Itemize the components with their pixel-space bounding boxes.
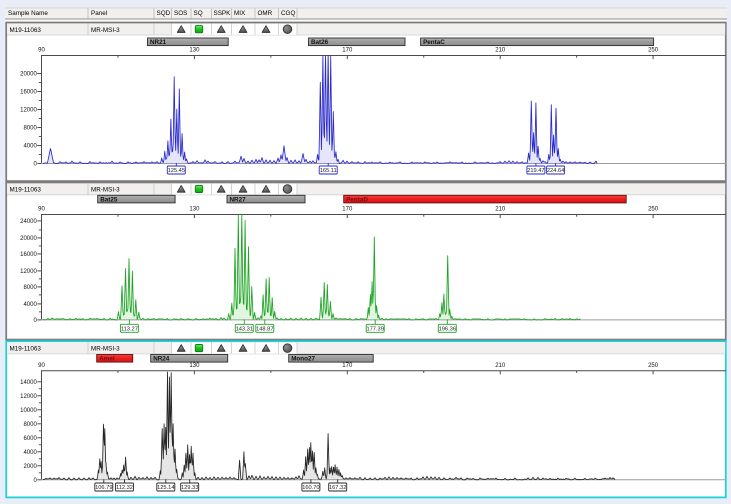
svg-text:250: 250: [648, 363, 659, 369]
svg-text:20000: 20000: [20, 236, 37, 242]
svg-text:167.32: 167.32: [329, 485, 346, 491]
svg-text:M19-11063: M19-11063: [10, 27, 42, 34]
svg-text:170: 170: [342, 363, 353, 369]
svg-text:4000: 4000: [23, 302, 37, 308]
svg-text:24000: 24000: [20, 219, 37, 225]
svg-text:8000: 8000: [23, 126, 37, 132]
svg-text:16000: 16000: [20, 90, 37, 96]
svg-text:4000: 4000: [23, 144, 37, 150]
svg-text:SQ: SQ: [194, 10, 203, 17]
svg-text:SQD: SQD: [157, 10, 171, 17]
svg-text:113.27: 113.27: [121, 326, 138, 332]
svg-text:Mono27: Mono27: [291, 356, 315, 363]
svg-text:8000: 8000: [23, 285, 37, 291]
svg-text:12000: 12000: [20, 394, 37, 400]
svg-text:OMR: OMR: [258, 10, 273, 17]
svg-text:MR-MSI-3: MR-MSI-3: [91, 346, 120, 353]
svg-text:129.33: 129.33: [181, 485, 198, 491]
svg-text:106.79: 106.79: [95, 485, 112, 491]
svg-text:12000: 12000: [20, 108, 37, 114]
svg-text:Sample Name: Sample Name: [8, 10, 48, 17]
svg-text:Amel: Amel: [99, 356, 115, 363]
svg-text:SOS: SOS: [174, 10, 187, 17]
svg-text:196.36: 196.36: [439, 326, 456, 332]
svg-text:130: 130: [189, 48, 200, 54]
svg-text:112.32: 112.32: [116, 485, 133, 491]
svg-text:NR24: NR24: [153, 356, 170, 363]
svg-text:8000: 8000: [23, 422, 37, 428]
svg-text:4000: 4000: [23, 450, 37, 456]
svg-text:6000: 6000: [23, 436, 37, 442]
svg-text:90: 90: [38, 363, 45, 369]
svg-text:Bat25: Bat25: [100, 196, 118, 203]
svg-text:210: 210: [495, 207, 506, 213]
svg-text:125.45: 125.45: [168, 168, 185, 174]
svg-text:148.87: 148.87: [256, 326, 273, 332]
svg-text:20000: 20000: [20, 72, 37, 78]
svg-text:12000: 12000: [20, 269, 37, 275]
svg-text:CGQ: CGQ: [281, 10, 295, 17]
svg-text:2000: 2000: [23, 464, 37, 470]
svg-text:NR27: NR27: [230, 196, 247, 203]
svg-text:14000: 14000: [20, 380, 37, 386]
svg-text:NR21: NR21: [150, 39, 167, 46]
svg-text:130: 130: [189, 207, 200, 213]
svg-text:143.31: 143.31: [236, 326, 253, 332]
svg-text:219.47: 219.47: [527, 168, 544, 174]
svg-text:PentaD: PentaD: [346, 196, 368, 203]
svg-text:165.11: 165.11: [320, 168, 337, 174]
svg-text:90: 90: [38, 207, 45, 213]
svg-text:177.39: 177.39: [366, 326, 383, 332]
svg-text:MIX: MIX: [234, 10, 246, 17]
svg-text:250: 250: [648, 48, 659, 54]
svg-text:Bat26: Bat26: [311, 39, 329, 46]
svg-text:210: 210: [495, 363, 506, 369]
svg-text:PentaC: PentaC: [423, 39, 445, 46]
svg-text:MR-MSI-3: MR-MSI-3: [91, 27, 120, 34]
svg-text:224.64: 224.64: [547, 168, 564, 174]
svg-text:130: 130: [189, 363, 200, 369]
svg-text:250: 250: [648, 207, 659, 213]
svg-text:Panel: Panel: [91, 10, 107, 17]
svg-text:160.70: 160.70: [302, 485, 319, 491]
svg-text:170: 170: [342, 48, 353, 54]
svg-text:90: 90: [38, 48, 45, 54]
svg-text:16000: 16000: [20, 252, 37, 258]
svg-text:125.14: 125.14: [157, 485, 174, 491]
svg-text:M19-11063: M19-11063: [10, 346, 42, 353]
svg-text:SSPK: SSPK: [214, 10, 232, 17]
svg-text:170: 170: [342, 207, 353, 213]
svg-text:10000: 10000: [20, 408, 37, 414]
svg-text:MR-MSI-3: MR-MSI-3: [91, 187, 120, 194]
svg-text:210: 210: [495, 48, 506, 54]
svg-text:M19-11063: M19-11063: [10, 187, 42, 194]
